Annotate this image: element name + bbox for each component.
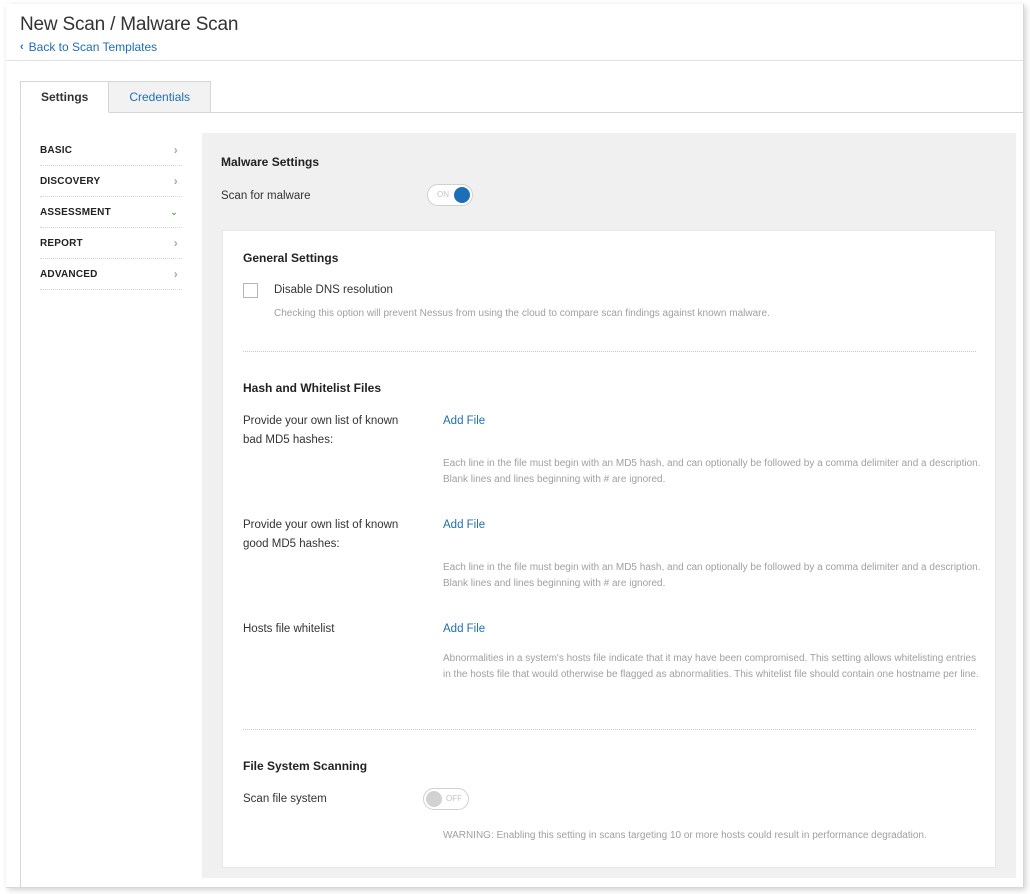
toggle-knob [454,187,470,203]
good-hashes-label: Provide your own list of known good MD5 … [243,519,399,550]
section-divider [243,729,976,730]
file-system-scanning-heading: File System Scanning [243,759,368,773]
chevron-right-icon: › [173,267,178,281]
sidebar-item-discovery[interactable]: DISCOVERY › [40,166,182,197]
chevron-right-icon: › [173,236,178,250]
back-to-templates-link[interactable]: ‹ Back to Scan Templates [20,40,238,54]
good-hashes-help: Each line in the file must begin with an… [443,562,981,589]
back-link-label: Back to Scan Templates [28,40,158,54]
sidebar-item-label: BASIC [40,144,73,156]
bad-hashes-label: Provide your own list of known bad MD5 h… [243,415,399,446]
good-hashes-add-file-link[interactable]: Add File [443,519,485,531]
sidebar-item-advanced[interactable]: ADVANCED › [40,259,182,290]
sidebar-item-label: DISCOVERY [40,175,101,187]
page-header: New Scan / Malware Scan ‹ Back to Scan T… [20,14,238,54]
malware-options-card: General Settings Disable DNS resolution … [222,230,996,868]
chevron-down-icon: ⌄ [170,206,178,217]
sidebar-item-label: ASSESSMENT [40,206,111,218]
malware-settings-heading: Malware Settings [221,155,320,169]
hosts-whitelist-label: Hosts file whitelist [243,623,335,635]
bad-hashes-add-file-link[interactable]: Add File [443,415,485,427]
disable-dns-checkbox[interactable] [243,283,258,298]
section-divider [243,351,976,352]
chevron-right-icon: › [173,143,178,157]
bad-hashes-help: Each line in the file must begin with an… [443,458,981,485]
page-title: New Scan / Malware Scan [20,14,239,35]
sidebar-item-basic[interactable]: BASIC › [40,135,182,166]
file-system-warning: WARNING: Enabling this setting in scans … [443,830,927,841]
header-divider [6,60,1023,61]
tab-credentials[interactable]: Credentials [109,81,212,113]
sidebar-item-assessment[interactable]: ASSESSMENT ⌄ [40,197,182,228]
chevron-right-icon: › [173,174,178,188]
chevron-left-icon: ‹ [20,41,24,53]
scan-file-system-label: Scan file system [243,793,327,805]
toggle-knob [426,791,442,807]
scan-for-malware-label: Scan for malware [221,190,311,202]
settings-sidebar: BASIC › DISCOVERY › ASSESSMENT ⌄ REPORT … [40,135,182,290]
general-settings-heading: General Settings [243,251,339,265]
sidebar-item-report[interactable]: REPORT › [40,228,182,259]
scan-file-system-toggle[interactable]: OFF [423,788,469,810]
toggle-state-text: ON [437,190,449,199]
hash-whitelist-heading: Hash and Whitelist Files [243,381,382,395]
toggle-state-text: OFF [446,794,462,803]
app-window: New Scan / Malware Scan ‹ Back to Scan T… [6,4,1024,888]
malware-settings-panel: Malware Settings Scan for malware ON Gen… [202,133,1016,878]
hosts-whitelist-add-file-link[interactable]: Add File [443,623,485,635]
sidebar-item-label: REPORT [40,237,83,249]
tab-bar: Settings Credentials [20,81,212,113]
disable-dns-label: Disable DNS resolution [274,284,393,296]
disable-dns-help: Checking this option will prevent Nessus… [274,308,770,319]
sidebar-item-label: ADVANCED [40,268,98,280]
scan-for-malware-toggle[interactable]: ON [427,184,473,206]
hosts-whitelist-help: Abnormalities in a system's hosts file i… [443,653,979,680]
tab-settings[interactable]: Settings [20,81,110,113]
